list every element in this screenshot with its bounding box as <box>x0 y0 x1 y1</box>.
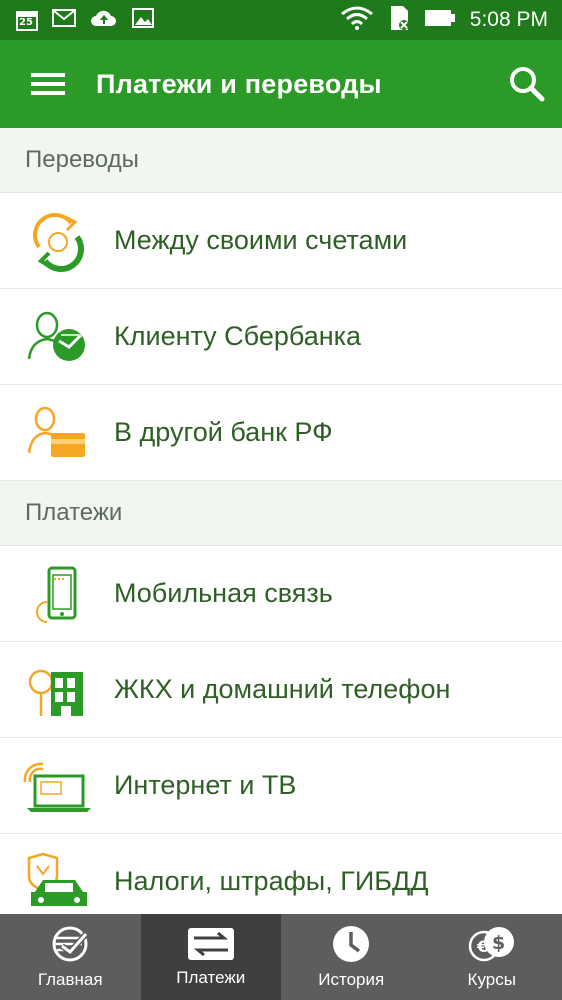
list-item-housing[interactable]: ЖКХ и домашний телефон <box>0 642 562 738</box>
sim-card-icon <box>388 5 410 35</box>
list-item-label: Клиенту Сбербанка <box>114 321 362 351</box>
housing-icon <box>0 642 114 737</box>
nav-history[interactable]: История <box>281 914 422 1000</box>
app-bar: Платежи и переводы <box>0 40 562 128</box>
list-item-label: Между своими счетами <box>114 225 408 255</box>
menu-button[interactable] <box>0 40 96 128</box>
calendar-day: 25 <box>19 17 33 28</box>
nav-label: Курсы <box>467 970 516 989</box>
list-item-other-bank[interactable]: В другой банк РФ <box>0 385 562 481</box>
battery-icon <box>424 9 456 31</box>
list-item-label: Мобильная связь <box>114 578 333 608</box>
section-header-payments: Платежи <box>0 481 562 546</box>
nav-label: История <box>318 970 385 989</box>
hamburger-icon <box>31 73 65 95</box>
image-icon <box>132 8 154 32</box>
list-item-label: Интернет и ТВ <box>114 770 297 800</box>
calendar-icon: 25 <box>16 9 38 31</box>
currency-icon: € $ <box>468 927 514 962</box>
status-bar: 25 5:08 PM <box>0 0 562 40</box>
gmail-icon <box>52 8 76 32</box>
svg-text:$: $ <box>492 932 505 954</box>
nav-label: Главная <box>37 970 103 989</box>
other-bank-icon <box>0 385 114 480</box>
search-icon <box>510 67 545 102</box>
clock-time: 5:08 PM <box>469 8 548 31</box>
internet-tv-icon <box>0 738 114 833</box>
payments-list: Переводы Между своими счетами Клиенту Сб… <box>0 128 562 930</box>
list-item-sberbank-client[interactable]: Клиенту Сбербанка <box>0 289 562 385</box>
wifi-icon <box>340 6 374 34</box>
bottom-navigation: Главная Платежи История € $ Курсы <box>0 914 562 1000</box>
list-item-own-accounts[interactable]: Между своими счетами <box>0 193 562 289</box>
accounts-transfer-icon <box>0 193 114 288</box>
section-header-transfers: Переводы <box>0 128 562 193</box>
list-item-internet-tv[interactable]: Интернет и ТВ <box>0 738 562 834</box>
list-item-label: В другой банк РФ <box>114 417 333 447</box>
sberbank-client-icon <box>0 289 114 384</box>
clock-icon <box>333 926 370 962</box>
list-item-label: ЖКХ и домашний телефон <box>114 674 451 704</box>
transfer-card-icon <box>187 928 234 960</box>
cloud-upload-icon <box>90 8 118 32</box>
nav-rates[interactable]: € $ Курсы <box>422 914 562 1000</box>
search-button[interactable] <box>492 40 562 128</box>
mobile-phone-icon <box>0 546 114 641</box>
nav-label: Платежи <box>176 968 246 987</box>
nav-payments[interactable]: Платежи <box>140 914 281 1000</box>
nav-main[interactable]: Главная <box>0 914 141 1000</box>
page-title: Платежи и переводы <box>96 68 382 99</box>
list-item-label: Налоги, штрафы, ГИБДД <box>114 866 429 896</box>
sberbank-logo-icon <box>52 926 89 962</box>
list-item-mobile[interactable]: Мобильная связь <box>0 546 562 642</box>
